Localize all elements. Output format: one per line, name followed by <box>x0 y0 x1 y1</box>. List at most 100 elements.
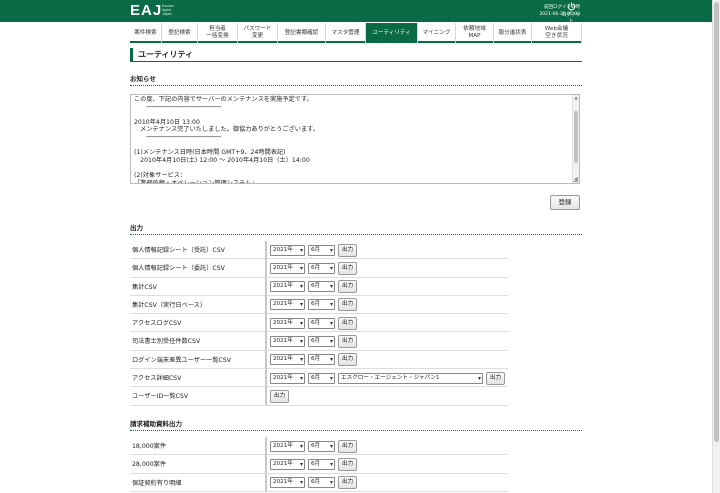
notice-scroll-thumb[interactable] <box>574 111 578 163</box>
logo[interactable]: EAJ <box>130 2 162 19</box>
nav-item[interactable]: パスワード 変更 <box>238 23 278 43</box>
logo-subtitle: Escrow Agent Japan <box>162 4 173 16</box>
output-button[interactable]: 出力 <box>270 389 290 403</box>
output-button[interactable]: 出力 <box>486 371 506 385</box>
nav-item[interactable]: 服分進状表 <box>494 23 532 43</box>
output-row: 18,000案件 2021年6月出力 <box>130 437 508 456</box>
year-select[interactable]: 2021年 <box>270 244 305 256</box>
year-select[interactable]: 2021年 <box>270 372 305 384</box>
nav-item[interactable]: 登記書類確認 <box>278 23 326 43</box>
resize-grip-icon[interactable] <box>573 177 578 182</box>
month-select[interactable]: 6月 <box>308 458 335 470</box>
nav-item[interactable]: Web会議 空き状況 <box>532 23 582 43</box>
output-button[interactable]: 出力 <box>338 476 358 490</box>
output-row: アクセス詳細CSV 2021年6月エスクロー・エージェント・ジャパン1出力 <box>130 369 508 388</box>
notice-textarea[interactable]: この度、下記の内容でサーバーのメンテナンスを実施予定です。 ──────────… <box>130 94 580 184</box>
scroll-up-icon[interactable]: ▲ <box>573 95 579 101</box>
row-controls: 2021年6月出力 <box>265 314 358 333</box>
output-button[interactable]: 出力 <box>338 298 358 312</box>
output-button[interactable]: 出力 <box>338 439 358 453</box>
year-select[interactable]: 2021年 <box>270 262 305 274</box>
output-button[interactable]: 出力 <box>338 261 358 275</box>
row-controls: 2021年6月出力 <box>265 277 358 296</box>
month-select[interactable]: 6月 <box>308 477 335 489</box>
output-row: ログイン端末差異ユーザー一覧CSV 2021年6月出力 <box>130 350 508 370</box>
year-select[interactable]: 2021年 <box>270 335 305 347</box>
row-label: 28,000案件 <box>132 461 167 469</box>
row-label: 個人情報記録シート（委託）CSV <box>132 265 225 273</box>
month-select[interactable]: 6月 <box>308 354 335 366</box>
billing-section-title: 請求補助資料出力 <box>130 418 582 431</box>
main-nav: 案件検索 登記検索 担当者 一括変換 パスワード 変更 登記書類確認 マスタ管理 ユーティリ… <box>130 23 582 43</box>
register-button[interactable]: 登録 <box>550 195 580 210</box>
nav-item[interactable]: 担当者 一括変換 <box>198 23 238 43</box>
row-label: 保証契約有り明細 <box>132 479 182 487</box>
logout-button[interactable]: ログアウト <box>560 2 582 24</box>
output-row: 個人情報記録シート（受託）CSV 2021年6月出力 <box>130 241 508 260</box>
output-button[interactable]: 出力 <box>338 353 358 367</box>
billing-rows: 18,000案件2021年6月出力28,000案件2021年6月出力保証契約有り… <box>130 437 508 492</box>
nav-item[interactable]: マスタ管理 <box>326 23 366 43</box>
power-icon <box>567 2 575 11</box>
output-button[interactable]: 出力 <box>338 334 358 348</box>
notice-text: この度、下記の内容でサーバーのメンテナンスを実施予定です。 ──────────… <box>134 96 319 184</box>
nav-item[interactable]: 依頼地域 MAP <box>456 23 494 43</box>
year-select[interactable]: 2021年 <box>270 317 305 329</box>
row-label: 18,000案件 <box>132 443 167 450</box>
month-select[interactable]: 6月 <box>308 262 335 274</box>
row-controls: 2021年6月出力 <box>265 295 358 314</box>
output-rows: 個人情報記録シート（受託）CSV2021年6月出力個人情報記録シート（委託）CS… <box>130 241 508 406</box>
nav-item[interactable]: 登記検索 <box>162 23 198 43</box>
header-bar: EAJ Escrow Agent Japan 前回ログイン日時 2021-06-… <box>0 0 712 24</box>
year-select[interactable]: 2021年 <box>270 458 305 470</box>
row-label: 個人情報記録シート（受託）CSV <box>132 247 225 254</box>
output-row: 集計CSV 2021年6月出力 <box>130 277 508 296</box>
month-select[interactable]: 6月 <box>308 317 335 329</box>
page-scrollbar[interactable] <box>712 0 720 493</box>
output-row: ユーザーID一覧CSV 出力 <box>130 387 508 406</box>
year-select[interactable]: 2021年 <box>270 354 305 366</box>
nav-item[interactable]: マイニング <box>418 23 456 43</box>
row-label: ログイン端末差異ユーザー一覧CSV <box>132 356 231 364</box>
page-title: ユーティリティ <box>130 48 582 62</box>
output-button[interactable]: 出力 <box>338 457 358 471</box>
nav-item[interactable]: ユーティリティ <box>366 23 418 43</box>
notice-scrollbar[interactable]: ▲ ▼ <box>572 95 579 183</box>
logo-sub-line: Japan <box>162 12 172 16</box>
output-button[interactable]: 出力 <box>338 243 358 257</box>
row-label: アクセス詳細CSV <box>132 375 182 383</box>
notice-section-title: お知らせ <box>130 73 582 86</box>
output-button[interactable]: 出力 <box>338 316 358 330</box>
output-button[interactable]: 出力 <box>338 280 358 294</box>
row-label: アクセスログCSV <box>132 320 182 328</box>
row-controls: 2021年6月出力 <box>265 437 358 455</box>
output-row: 司法書士別受任件数CSV 2021年6月出力 <box>130 332 508 351</box>
row-controls: 2021年6月出力 <box>265 259 358 278</box>
row-label: 集計CSV <box>132 283 157 291</box>
row-controls: 2021年6月出力 <box>265 332 358 351</box>
year-select[interactable]: 2021年 <box>270 477 305 489</box>
output-row: 28,000案件 2021年6月出力 <box>130 455 508 474</box>
output-row: 集計CSV（実行日ベース） 2021年6月出力 <box>130 295 508 315</box>
page: EAJ Escrow Agent Japan 前回ログイン日時 2021-06-… <box>0 0 712 493</box>
row-label: 集計CSV（実行日ベース） <box>132 301 207 309</box>
month-select[interactable]: 6月 <box>308 299 335 311</box>
page-scroll-thumb[interactable] <box>714 2 719 442</box>
row-controls: 2021年6月出力 <box>265 473 358 492</box>
month-select[interactable]: 6月 <box>308 440 335 452</box>
row-controls: 2021年6月出力 <box>265 350 358 369</box>
year-select[interactable]: 2021年 <box>270 299 305 311</box>
year-select[interactable]: 2021年 <box>270 281 305 293</box>
month-select[interactable]: 6月 <box>308 244 335 256</box>
agent-select[interactable]: エスクロー・エージェント・ジャパン1 <box>338 372 483 384</box>
row-controls: 2021年6月出力 <box>265 241 358 259</box>
row-label: 司法書士別受任件数CSV <box>132 338 201 346</box>
output-row: 保証契約有り明細 2021年6月出力 <box>130 473 508 492</box>
nav-item[interactable]: 案件検索 <box>130 23 162 43</box>
month-select[interactable]: 6月 <box>308 335 335 347</box>
month-select[interactable]: 6月 <box>308 372 335 384</box>
year-select[interactable]: 2021年 <box>270 440 305 452</box>
row-controls: 2021年6月エスクロー・エージェント・ジャパン1出力 <box>265 369 506 388</box>
row-label: ユーザーID一覧CSV <box>132 393 189 401</box>
month-select[interactable]: 6月 <box>308 281 335 293</box>
